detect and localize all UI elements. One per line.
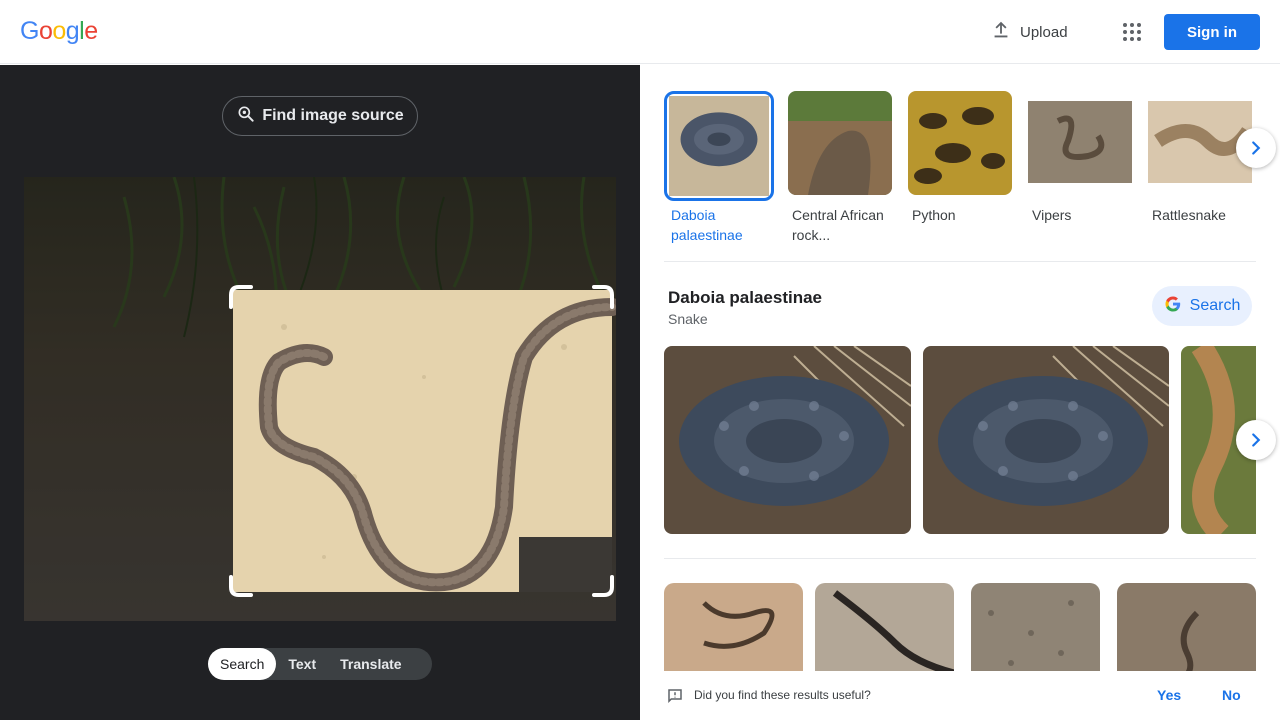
related-entities-carousel: Daboia palaestinae Central African rock.… (664, 91, 1256, 251)
lens-search-icon (236, 104, 256, 129)
chevron-right-icon (1252, 141, 1261, 155)
mode-translate-tab[interactable]: Translate (328, 648, 413, 680)
uploaded-image[interactable] (24, 177, 616, 621)
entity-chip-daboia[interactable]: Daboia palaestinae (664, 91, 774, 245)
chip-thumbnail (1028, 91, 1132, 195)
entity-chip-vipers[interactable]: Vipers (1028, 91, 1138, 225)
logo-letter-e: e (84, 17, 98, 45)
chips-next-button[interactable] (1236, 128, 1276, 168)
visual-match-image[interactable] (1117, 583, 1256, 683)
result-image[interactable] (923, 346, 1169, 534)
feedback-yes-button[interactable]: Yes (1157, 687, 1181, 703)
upload-button[interactable]: Upload (990, 18, 1068, 46)
feedback-bar: Did you find these results useful? Yes N… (640, 671, 1280, 720)
results-panel: Daboia palaestinae Central African rock.… (640, 65, 1280, 720)
google-search-label: Search (1189, 297, 1241, 314)
chip-label: Vipers (1032, 207, 1072, 223)
entity-subtitle: Snake (668, 311, 708, 327)
chip-label: Central African rock... (792, 207, 884, 243)
chip-thumbnail (788, 91, 892, 195)
entity-title[interactable]: Daboia palaestinae (668, 288, 822, 308)
image-preview-panel: Find image source Search Text Translate (0, 65, 640, 720)
find-image-source-button[interactable]: Find image source (222, 96, 418, 136)
mode-selector: Search Text Translate (208, 648, 432, 680)
visual-match-image[interactable] (971, 583, 1100, 683)
chip-label: Rattlesnake (1152, 207, 1226, 223)
divider (664, 261, 1256, 262)
upload-label: Upload (1020, 23, 1068, 41)
apps-grid-icon[interactable] (1120, 20, 1144, 44)
google-logo[interactable]: Google (20, 17, 98, 46)
mode-text-tab[interactable]: Text (276, 648, 328, 680)
sign-in-button[interactable]: Sign in (1164, 14, 1260, 50)
feedback-question: Did you find these results useful? (694, 688, 871, 702)
result-image[interactable] (664, 346, 911, 534)
find-image-source-label: Find image source (262, 107, 404, 124)
logo-letter-o1: o (38, 17, 53, 45)
upload-icon (990, 19, 1012, 45)
chip-thumbnail (908, 91, 1012, 195)
divider (664, 558, 1256, 559)
google-g-icon (1164, 295, 1182, 318)
chip-thumbnail (664, 91, 774, 201)
google-search-button[interactable]: Search (1152, 286, 1252, 326)
entity-chip-central-african-rock[interactable]: Central African rock... (788, 91, 898, 245)
visual-match-image[interactable] (815, 583, 954, 683)
chevron-right-icon (1252, 433, 1261, 447)
feedback-icon (666, 687, 684, 705)
chip-label: Python (912, 207, 956, 223)
feedback-no-button[interactable]: No (1222, 687, 1241, 703)
top-bar: Google Upload Sign in (0, 0, 1280, 64)
mode-search-tab[interactable]: Search (208, 648, 277, 680)
logo-letter-g2: g (65, 17, 80, 45)
logo-letter-o2: o (52, 17, 66, 45)
visual-match-image[interactable] (664, 583, 803, 683)
chip-label: Daboia palaestinae (671, 207, 743, 243)
images-next-button[interactable] (1236, 420, 1276, 460)
entity-chip-python[interactable]: Python (908, 91, 1018, 225)
logo-letter-g: G (20, 17, 39, 45)
